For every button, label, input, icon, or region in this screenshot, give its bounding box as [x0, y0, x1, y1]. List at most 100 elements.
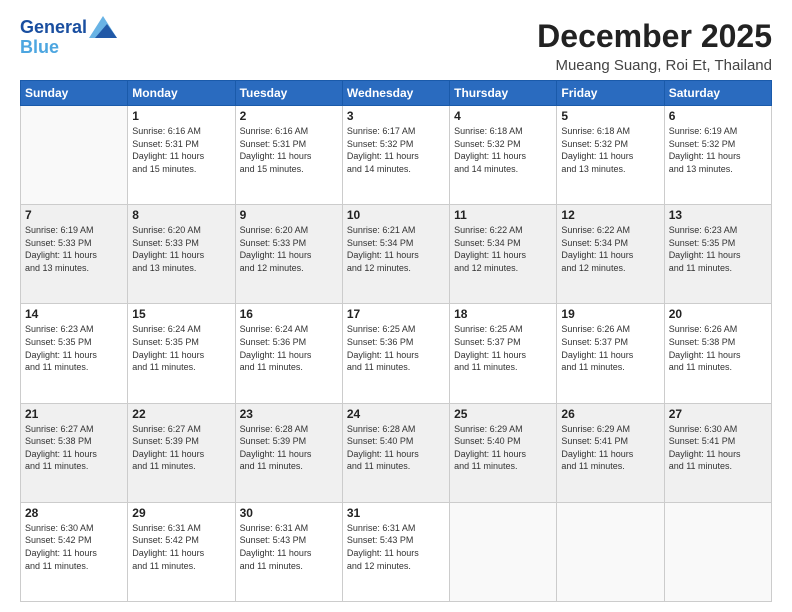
table-row: 1 Sunrise: 6:16 AM Sunset: 5:31 PM Daylig…	[128, 106, 235, 205]
table-row: 23 Sunrise: 6:28 AM Sunset: 5:39 PM Dayli…	[235, 403, 342, 502]
day-number: 11	[454, 208, 552, 222]
day-number: 1	[132, 109, 230, 123]
table-row: 13Sunrise: 6:23 AM Sunset: 5:35 PM Dayli…	[664, 205, 771, 304]
day-info: Sunrise: 6:28 AM Sunset: 5:39 PM Dayligh…	[240, 423, 338, 473]
table-row: 25 Sunrise: 6:29 AM Sunset: 5:40 PM Dayli…	[450, 403, 557, 502]
day-number: 22	[132, 407, 230, 421]
day-info: Sunrise: 6:21 AM Sunset: 5:34 PM Dayligh…	[347, 224, 445, 274]
table-row: 8Sunrise: 6:20 AM Sunset: 5:33 PM Daylig…	[128, 205, 235, 304]
day-info: Sunrise: 6:18 AM Sunset: 5:32 PM Dayligh…	[454, 125, 552, 175]
day-info: Sunrise: 6:30 AM Sunset: 5:41 PM Dayligh…	[669, 423, 767, 473]
day-number: 15	[132, 307, 230, 321]
day-number: 13	[669, 208, 767, 222]
table-row: 19 Sunrise: 6:26 AM Sunset: 5:37 PM Dayli…	[557, 304, 664, 403]
table-row	[450, 502, 557, 601]
day-number: 6	[669, 109, 767, 123]
table-row: 12 Sunrise: 6:22 AM Sunset: 5:34 PM Dayli…	[557, 205, 664, 304]
calendar-row: 28 Sunrise: 6:30 AM Sunset: 5:42 PM Dayli…	[21, 502, 772, 601]
table-row: 24Sunrise: 6:28 AM Sunset: 5:40 PM Dayli…	[342, 403, 449, 502]
day-number: 5	[561, 109, 659, 123]
day-number: 31	[347, 506, 445, 520]
day-number: 24	[347, 407, 445, 421]
table-row: 5 Sunrise: 6:18 AM Sunset: 5:32 PM Daylig…	[557, 106, 664, 205]
day-info: Sunrise: 6:31 AM Sunset: 5:43 PM Dayligh…	[240, 522, 338, 572]
day-info: Sunrise: 6:17 AM Sunset: 5:32 PM Dayligh…	[347, 125, 445, 175]
day-info: Sunrise: 6:22 AM Sunset: 5:34 PM Dayligh…	[561, 224, 659, 274]
day-number: 30	[240, 506, 338, 520]
calendar-row: 1 Sunrise: 6:16 AM Sunset: 5:31 PM Daylig…	[21, 106, 772, 205]
main-title: December 2025	[537, 18, 772, 55]
table-row: 20 Sunrise: 6:26 AM Sunset: 5:38 PM Dayli…	[664, 304, 771, 403]
table-row: 16Sunrise: 6:24 AM Sunset: 5:36 PM Dayli…	[235, 304, 342, 403]
table-row: 29 Sunrise: 6:31 AM Sunset: 5:42 PM Dayli…	[128, 502, 235, 601]
calendar-header-row: Sunday Monday Tuesday Wednesday Thursday…	[21, 81, 772, 106]
table-row: 15 Sunrise: 6:24 AM Sunset: 5:35 PM Dayli…	[128, 304, 235, 403]
header-sunday: Sunday	[21, 81, 128, 106]
logo-text: General	[20, 18, 87, 38]
day-number: 23	[240, 407, 338, 421]
day-number: 25	[454, 407, 552, 421]
day-number: 29	[132, 506, 230, 520]
day-number: 8	[132, 208, 230, 222]
day-number: 26	[561, 407, 659, 421]
table-row	[21, 106, 128, 205]
day-info: Sunrise: 6:19 AM Sunset: 5:32 PM Dayligh…	[669, 125, 767, 175]
header: General Blue December 2025 Mueang Suang,…	[20, 18, 772, 74]
day-number: 10	[347, 208, 445, 222]
day-number: 20	[669, 307, 767, 321]
calendar: Sunday Monday Tuesday Wednesday Thursday…	[20, 80, 772, 602]
header-wednesday: Wednesday	[342, 81, 449, 106]
table-row: 3 Sunrise: 6:17 AM Sunset: 5:32 PM Daylig…	[342, 106, 449, 205]
day-info: Sunrise: 6:18 AM Sunset: 5:32 PM Dayligh…	[561, 125, 659, 175]
day-number: 19	[561, 307, 659, 321]
day-info: Sunrise: 6:24 AM Sunset: 5:35 PM Dayligh…	[132, 323, 230, 373]
day-info: Sunrise: 6:26 AM Sunset: 5:38 PM Dayligh…	[669, 323, 767, 373]
day-info: Sunrise: 6:16 AM Sunset: 5:31 PM Dayligh…	[240, 125, 338, 175]
day-info: Sunrise: 6:19 AM Sunset: 5:33 PM Dayligh…	[25, 224, 123, 274]
calendar-row: 14Sunrise: 6:23 AM Sunset: 5:35 PM Dayli…	[21, 304, 772, 403]
day-number: 28	[25, 506, 123, 520]
table-row: 10 Sunrise: 6:21 AM Sunset: 5:34 PM Dayli…	[342, 205, 449, 304]
table-row: 6 Sunrise: 6:19 AM Sunset: 5:32 PM Daylig…	[664, 106, 771, 205]
day-number: 4	[454, 109, 552, 123]
table-row: 2 Sunrise: 6:16 AM Sunset: 5:31 PM Daylig…	[235, 106, 342, 205]
table-row: 22 Sunrise: 6:27 AM Sunset: 5:39 PM Dayli…	[128, 403, 235, 502]
day-number: 16	[240, 307, 338, 321]
header-tuesday: Tuesday	[235, 81, 342, 106]
day-info: Sunrise: 6:26 AM Sunset: 5:37 PM Dayligh…	[561, 323, 659, 373]
day-number: 7	[25, 208, 123, 222]
table-row: 9Sunrise: 6:20 AM Sunset: 5:33 PM Daylig…	[235, 205, 342, 304]
day-number: 2	[240, 109, 338, 123]
day-info: Sunrise: 6:29 AM Sunset: 5:40 PM Dayligh…	[454, 423, 552, 473]
day-info: Sunrise: 6:31 AM Sunset: 5:43 PM Dayligh…	[347, 522, 445, 572]
day-number: 21	[25, 407, 123, 421]
header-friday: Friday	[557, 81, 664, 106]
day-info: Sunrise: 6:22 AM Sunset: 5:34 PM Dayligh…	[454, 224, 552, 274]
logo: General Blue	[20, 18, 117, 58]
table-row: 26 Sunrise: 6:29 AM Sunset: 5:41 PM Dayli…	[557, 403, 664, 502]
day-number: 3	[347, 109, 445, 123]
table-row: 7 Sunrise: 6:19 AM Sunset: 5:33 PM Daylig…	[21, 205, 128, 304]
table-row: 30 Sunrise: 6:31 AM Sunset: 5:43 PM Dayli…	[235, 502, 342, 601]
day-info: Sunrise: 6:31 AM Sunset: 5:42 PM Dayligh…	[132, 522, 230, 572]
calendar-row: 7 Sunrise: 6:19 AM Sunset: 5:33 PM Daylig…	[21, 205, 772, 304]
table-row	[664, 502, 771, 601]
day-info: Sunrise: 6:30 AM Sunset: 5:42 PM Dayligh…	[25, 522, 123, 572]
table-row: 17Sunrise: 6:25 AM Sunset: 5:36 PM Dayli…	[342, 304, 449, 403]
day-info: Sunrise: 6:29 AM Sunset: 5:41 PM Dayligh…	[561, 423, 659, 473]
day-number: 9	[240, 208, 338, 222]
day-info: Sunrise: 6:27 AM Sunset: 5:38 PM Dayligh…	[25, 423, 123, 473]
day-info: Sunrise: 6:27 AM Sunset: 5:39 PM Dayligh…	[132, 423, 230, 473]
day-number: 27	[669, 407, 767, 421]
day-info: Sunrise: 6:25 AM Sunset: 5:36 PM Dayligh…	[347, 323, 445, 373]
day-number: 12	[561, 208, 659, 222]
table-row: 14Sunrise: 6:23 AM Sunset: 5:35 PM Dayli…	[21, 304, 128, 403]
header-saturday: Saturday	[664, 81, 771, 106]
table-row: 27 Sunrise: 6:30 AM Sunset: 5:41 PM Dayli…	[664, 403, 771, 502]
logo-text-blue: Blue	[20, 38, 117, 58]
table-row: 21 Sunrise: 6:27 AM Sunset: 5:38 PM Dayli…	[21, 403, 128, 502]
day-info: Sunrise: 6:23 AM Sunset: 5:35 PM Dayligh…	[25, 323, 123, 373]
table-row: 11 Sunrise: 6:22 AM Sunset: 5:34 PM Dayli…	[450, 205, 557, 304]
day-number: 18	[454, 307, 552, 321]
day-info: Sunrise: 6:16 AM Sunset: 5:31 PM Dayligh…	[132, 125, 230, 175]
